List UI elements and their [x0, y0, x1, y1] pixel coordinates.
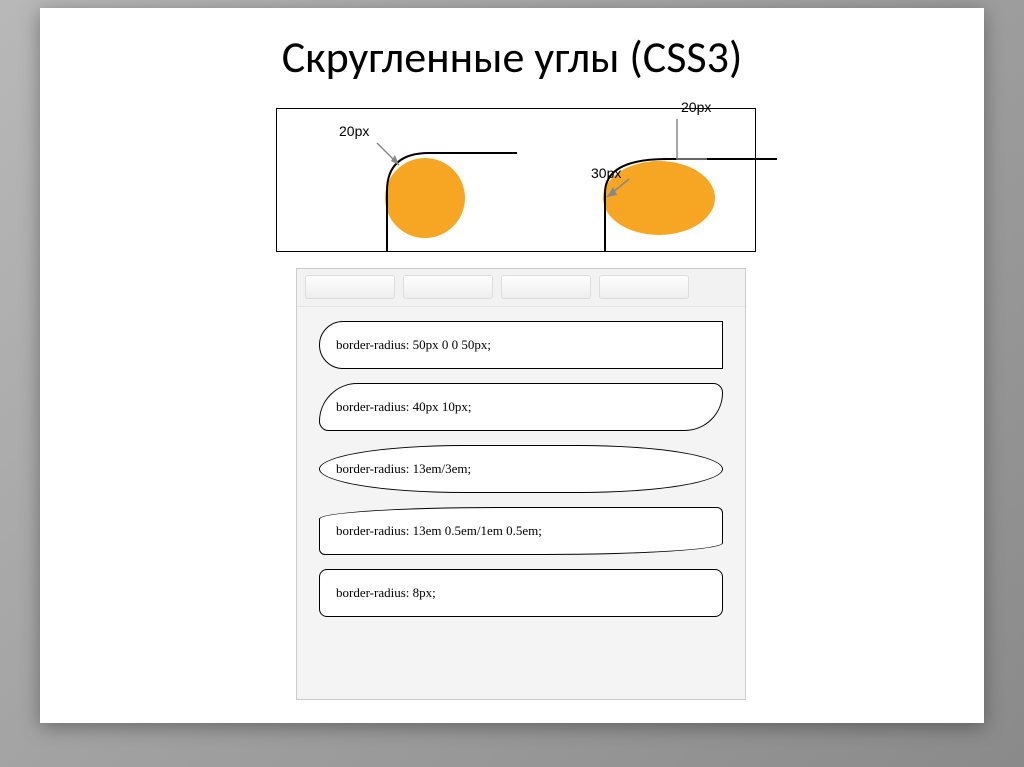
corner-right-svg [577, 101, 817, 271]
example-text: border-radius: 40px 10px; [336, 399, 472, 415]
example-text: border-radius: 50px 0 0 50px; [336, 337, 491, 353]
example-row: border-radius: 40px 10px; [319, 383, 723, 431]
example-row: border-radius: 8px; [319, 569, 723, 617]
examples-panel: border-radius: 50px 0 0 50px; border-rad… [296, 268, 746, 700]
label-right-30px: 30px [591, 165, 621, 181]
toolbar-button [403, 275, 493, 299]
label-right-20px: 20px [681, 99, 711, 115]
example-text: border-radius: 13em/3em; [336, 461, 471, 477]
example-row: border-radius: 50px 0 0 50px; [319, 321, 723, 369]
toolbar-button [599, 275, 689, 299]
corner-left-svg [347, 101, 547, 271]
toolbar-button [305, 275, 395, 299]
slide: Скругленные углы (CSS3) 20px [40, 8, 984, 723]
toolbar-button [501, 275, 591, 299]
examples-toolbar [297, 269, 745, 307]
corner-diagram: 20px 20px 30px [276, 108, 756, 252]
example-row: border-radius: 13em/3em; [319, 445, 723, 493]
diagram-left: 20px [347, 101, 547, 261]
page-title: Скругленные углы (CSS3) [40, 8, 984, 84]
diagram-right: 20px 30px [577, 101, 797, 261]
label-left-20px: 20px [339, 123, 369, 139]
example-text: border-radius: 13em 0.5em/1em 0.5em; [336, 523, 542, 539]
example-text: border-radius: 8px; [336, 585, 436, 601]
example-row: border-radius: 13em 0.5em/1em 0.5em; [319, 507, 723, 555]
